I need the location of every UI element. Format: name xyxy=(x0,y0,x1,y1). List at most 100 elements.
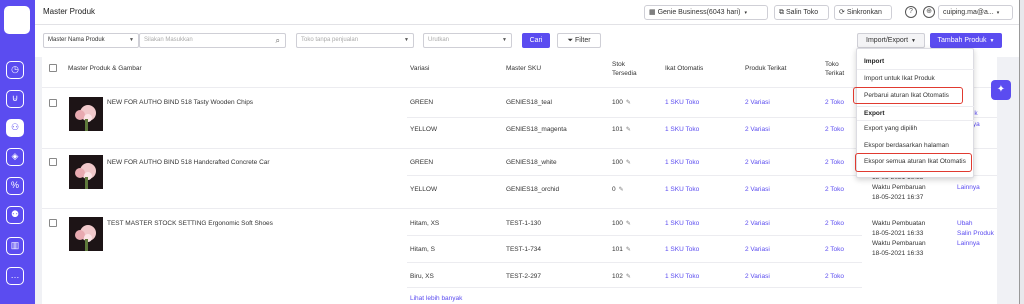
page-title: Master Produk xyxy=(43,7,96,16)
import-product-item[interactable]: Import untuk Ikat Produk xyxy=(864,75,935,82)
chat-icon[interactable]: … xyxy=(6,267,24,285)
lightbulb-icon[interactable]: ✦ xyxy=(991,80,1011,100)
col-header-variant: Variasi xyxy=(410,65,430,72)
bound-products-link[interactable]: 2 Variasi xyxy=(745,158,770,167)
store-select-label: Genie Business(6043 hari) xyxy=(657,9,741,16)
store-filter-select[interactable]: Toko tanpa penjualan ▼ xyxy=(296,33,414,48)
auto-bind-link[interactable]: 1 SKU Toko xyxy=(665,219,699,228)
divider xyxy=(407,235,862,236)
globe-icon[interactable]: ⊕ xyxy=(923,6,935,18)
product-name[interactable]: NEW FOR AUTHO BIND 518 Handcrafted Concr… xyxy=(107,158,270,167)
bound-stores-link[interactable]: 2 Toko xyxy=(825,185,844,194)
stock-value: 101 xyxy=(612,246,623,253)
stock-cell[interactable]: 100 ✎ xyxy=(612,98,631,108)
stock-cell[interactable]: 100 ✎ xyxy=(612,158,631,168)
product-thumbnail[interactable] xyxy=(69,97,103,131)
auto-bind-link[interactable]: 1 SKU Toko xyxy=(665,245,699,254)
edit-icon[interactable]: ✎ xyxy=(626,274,631,280)
bound-products-link[interactable]: 2 Variasi xyxy=(745,125,770,134)
help-icon[interactable]: ? xyxy=(905,6,917,18)
copy-icon: ⧉ xyxy=(779,9,786,16)
more-link[interactable]: Lainnya xyxy=(957,239,980,248)
bound-stores-link[interactable]: 2 Toko xyxy=(825,219,844,228)
users-icon[interactable]: ⚉ xyxy=(6,206,24,224)
filter-button[interactable]: ⏷ Filter xyxy=(557,33,601,48)
copy-store-label: Salin Toko xyxy=(785,9,819,16)
edit-product-link[interactable]: Ubah xyxy=(957,219,973,228)
select-all-checkbox[interactable] xyxy=(49,64,57,72)
edit-icon[interactable]: ✎ xyxy=(626,127,631,133)
chart-icon[interactable]: ▥ xyxy=(6,237,24,255)
export-selected-item[interactable]: Export yang dipilih xyxy=(864,125,917,132)
stock-cell[interactable]: 101 ✎ xyxy=(612,245,631,255)
row-checkbox[interactable] xyxy=(49,158,57,166)
dashboard-icon[interactable]: ◷ xyxy=(6,61,24,79)
cart-icon[interactable]: ⊍ xyxy=(6,90,24,108)
bound-products-link[interactable]: 2 Variasi xyxy=(745,272,770,281)
variant-cell: GREEN xyxy=(410,159,434,166)
stock-cell[interactable]: 102 ✎ xyxy=(612,272,631,282)
edit-icon[interactable]: ✎ xyxy=(626,160,631,166)
stock-value: 100 xyxy=(612,99,623,106)
bound-products-link[interactable]: 2 Variasi xyxy=(745,219,770,228)
export-page-item[interactable]: Ekspor berdasarkan halaman xyxy=(864,142,949,149)
search-button[interactable]: Cari xyxy=(522,33,550,48)
percent-icon[interactable]: % xyxy=(6,177,24,195)
row-checkbox[interactable] xyxy=(49,219,57,227)
chevron-down-icon: ▼ xyxy=(404,37,409,43)
edit-icon[interactable]: ✎ xyxy=(626,221,631,227)
bound-products-link[interactable]: 2 Variasi xyxy=(745,98,770,107)
bound-stores-link[interactable]: 2 Toko xyxy=(825,245,844,254)
field-select[interactable]: Master Nama Produk ▼ xyxy=(43,33,139,48)
search-input[interactable]: Silakan Masukkan ⌕ xyxy=(139,33,286,48)
bound-products-link[interactable]: 2 Variasi xyxy=(745,245,770,254)
add-product-button[interactable]: Tambah Produk ▼ xyxy=(930,33,1002,48)
auto-bind-link[interactable]: 1 SKU Toko xyxy=(665,158,699,167)
sku-cell: TEST-2-297 xyxy=(506,273,542,280)
auto-bind-link[interactable]: 1 SKU Toko xyxy=(665,125,699,134)
divider xyxy=(42,208,997,209)
stock-cell[interactable]: 101 ✎ xyxy=(612,125,631,135)
product-name[interactable]: TEST MASTER STOCK SETTING Ergonomic Soft… xyxy=(107,219,273,228)
update-time-value: 18-05-2021 16:33 xyxy=(872,250,924,257)
top-bar: Master Produk ▦ Genie Business(6043 hari… xyxy=(35,0,1019,25)
edit-icon[interactable]: ✎ xyxy=(619,187,624,193)
copy-product-link[interactable]: Salin Produk xyxy=(957,229,994,238)
auto-bind-link[interactable]: 1 SKU Toko xyxy=(665,272,699,281)
edit-icon[interactable]: ✎ xyxy=(626,100,631,106)
stock-cell[interactable]: 100 ✎ xyxy=(612,219,631,229)
chevron-down-icon: ▾ xyxy=(744,10,747,16)
sku-cell: TEST-1-734 xyxy=(506,246,542,253)
chevron-down-icon: ▼ xyxy=(129,37,134,43)
bound-stores-link[interactable]: 2 Toko xyxy=(825,272,844,281)
store-select[interactable]: ▦ Genie Business(6043 hari) ▾ xyxy=(644,5,768,20)
col-header-stock-line2: Tersedia xyxy=(612,70,637,77)
sku-cell: GENIES18_teal xyxy=(506,99,552,106)
bound-stores-link[interactable]: 2 Toko xyxy=(825,125,844,134)
import-export-button[interactable]: Import/Export ▼ xyxy=(857,33,925,48)
search-icon[interactable]: ⌕ xyxy=(276,34,280,47)
stock-cell[interactable]: 0 ✎ xyxy=(612,185,624,195)
row-checkbox[interactable] xyxy=(49,99,57,107)
sync-icon: ⟳ xyxy=(839,9,847,16)
product-thumbnail[interactable] xyxy=(69,155,103,189)
sync-button[interactable]: ⟳ Sinkronkan xyxy=(834,5,892,20)
bound-stores-link[interactable]: 2 Toko xyxy=(825,98,844,107)
see-more-link[interactable]: Lihat lebih banyak xyxy=(410,294,462,303)
auto-bind-link[interactable]: 1 SKU Toko xyxy=(665,185,699,194)
more-link[interactable]: Lainnya xyxy=(957,183,980,192)
package-icon[interactable]: ◈ xyxy=(6,148,24,166)
copy-store-button[interactable]: ⧉ Salin Toko xyxy=(774,5,829,20)
auto-bind-link[interactable]: 1 SKU Toko xyxy=(665,98,699,107)
product-thumbnail[interactable] xyxy=(69,217,103,251)
sort-select[interactable]: Urutkan ▼ xyxy=(423,33,512,48)
chevron-down-icon: ▾ xyxy=(996,10,1000,16)
edit-icon[interactable]: ✎ xyxy=(626,247,631,253)
product-tree-icon[interactable]: ⚇ xyxy=(6,119,24,137)
bound-stores-link[interactable]: 2 Toko xyxy=(825,158,844,167)
bound-products-link[interactable]: 2 Variasi xyxy=(745,185,770,194)
highlight-box xyxy=(855,153,972,172)
account-menu[interactable]: cuiping.ma@a... ▾ xyxy=(938,5,1013,20)
product-name[interactable]: NEW FOR AUTHO BIND 518 Tasty Wooden Chip… xyxy=(107,98,253,107)
stock-value: 101 xyxy=(612,126,623,133)
